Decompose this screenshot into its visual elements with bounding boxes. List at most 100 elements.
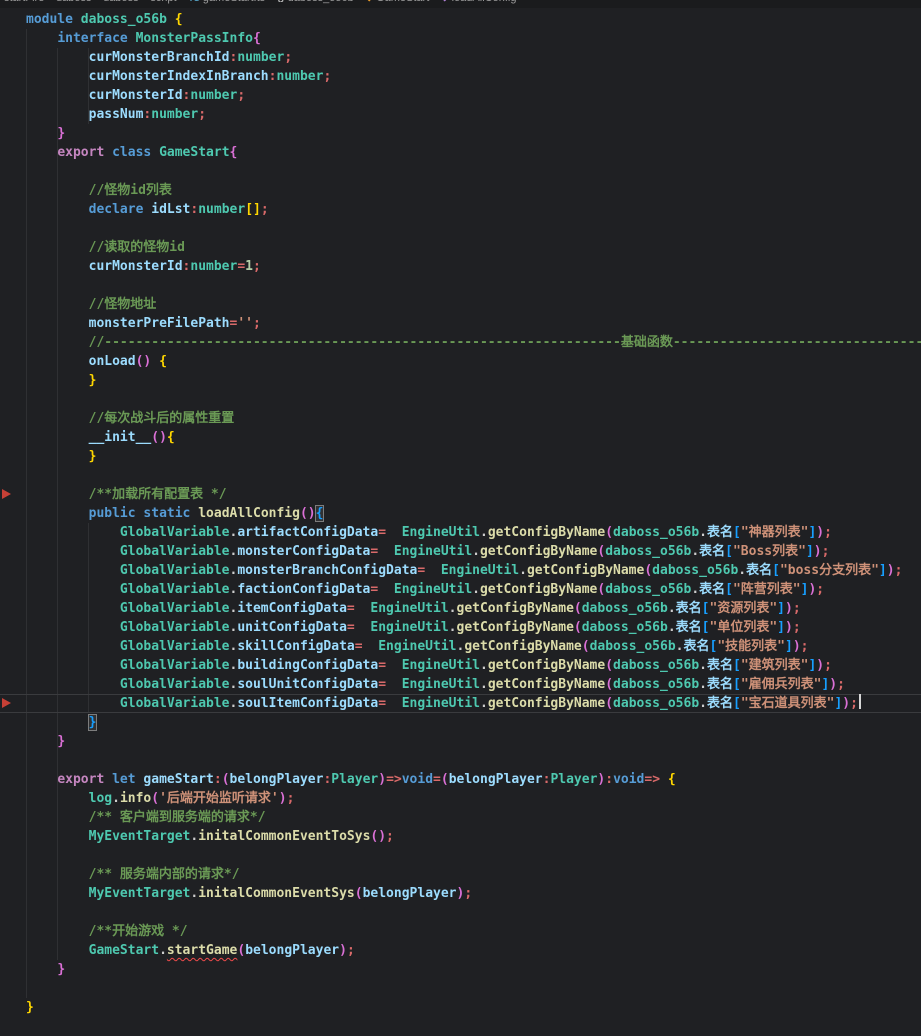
code-line[interactable]: export let gameStart:(belongPlayer:Playe…	[0, 770, 921, 789]
code-line[interactable]: }	[0, 960, 921, 979]
code-line[interactable]: export class GameStart{	[0, 143, 921, 162]
code-line[interactable]: curMonsterId:number;	[0, 86, 921, 105]
code-line[interactable]: MyEventTarget.initalCommonEventSys(belon…	[0, 884, 921, 903]
code-line[interactable]: interface MonsterPassInfo{	[0, 29, 921, 48]
code-token-op: =	[433, 772, 441, 787]
code-editor[interactable]: module daboss_o56b { interface MonsterPa…	[0, 8, 921, 1036]
code-line[interactable]: //--------------------------------------…	[0, 333, 921, 352]
code-line[interactable]: public static loadAllConfig(){	[0, 504, 921, 523]
code-token-op: =	[378, 658, 387, 673]
code-token-b2: (	[237, 943, 246, 958]
breadcrumb-item[interactable]: TSgameStart.ts	[188, 0, 265, 4]
code-token-fn: getConfigByName	[479, 582, 598, 597]
breadcrumb: startFire›daboss›daboss›script›TSgameSta…	[0, 0, 921, 8]
breadcrumb-item[interactable]: daboss	[56, 0, 91, 4]
gutter-arrow-icon[interactable]	[2, 489, 11, 499]
code-token-prop: monsterPreFilePath	[88, 316, 230, 331]
code-line[interactable]: //怪物地址	[0, 295, 921, 314]
breadcrumb-item[interactable]: daboss	[103, 0, 138, 4]
breadcrumb-item[interactable]: {}daboss_o56b	[277, 0, 354, 4]
breadcrumb-item[interactable]: ◆GameStart	[365, 0, 429, 4]
code-token-type: daboss_o56b	[613, 677, 700, 692]
code-line[interactable]	[0, 219, 921, 238]
code-line[interactable]	[0, 751, 921, 770]
code-line[interactable]: //怪物id列表	[0, 181, 921, 200]
code-line[interactable]: }	[0, 447, 921, 466]
code-line[interactable]: GlobalVariable. buildingConfigData= Engin…	[0, 656, 921, 675]
code-line[interactable]: }	[0, 124, 921, 143]
code-line[interactable]: monsterPreFilePath='';	[0, 314, 921, 333]
code-token-b2: {	[253, 31, 261, 46]
code-token-type: MyEventTarget	[88, 829, 191, 844]
code-token-dot: .	[112, 791, 120, 806]
code-line[interactable]: /**加载所有配置表 */	[0, 485, 921, 504]
code-token-type: daboss_o56b	[613, 525, 700, 540]
breadcrumb-separator: ›	[269, 0, 273, 4]
code-line[interactable]: }	[0, 998, 921, 1017]
code-token-op: ;	[346, 943, 355, 958]
code-line[interactable]: /** 服务端内部的请求*/	[0, 865, 921, 884]
code-token-type: GlobalVariable	[119, 525, 230, 540]
code-line[interactable]: __init__(){	[0, 428, 921, 447]
code-line[interactable]: module daboss_o56b {	[0, 10, 921, 29]
code-line[interactable]	[0, 903, 921, 922]
code-line[interactable]: GlobalVariable.factionConfigData= Engine…	[0, 580, 921, 599]
code-line[interactable]: GlobalVariable. soulUnitConfigData= Engin…	[0, 675, 921, 694]
code-line[interactable]: }	[0, 713, 921, 732]
breadcrumb-label: script	[150, 0, 176, 4]
code-token-ctl: export	[57, 145, 105, 160]
code-line[interactable]: curMonsterIndexInBranch:number;	[0, 67, 921, 86]
code-token-dot: .	[448, 601, 457, 616]
code-line[interactable]: passNum:number;	[0, 105, 921, 124]
code-line[interactable]	[0, 276, 921, 295]
code-line[interactable]: GlobalVariable.monsterConfigData= Engine…	[0, 542, 921, 561]
code-line[interactable]: GameStart.startGame(belongPlayer);	[0, 941, 921, 960]
code-token-b1: {	[174, 12, 183, 27]
code-line[interactable]: //每次战斗后的属性重置	[0, 409, 921, 428]
code-token-kw: declare	[88, 202, 144, 217]
code-token-b1: []	[245, 202, 261, 217]
code-line[interactable]: declare idLst:number[];	[0, 200, 921, 219]
code-line[interactable]: GlobalVariable.monsterBranchConfigData= …	[0, 561, 921, 580]
code-line[interactable]	[0, 162, 921, 181]
code-line[interactable]: //读取的怪物id	[0, 238, 921, 257]
code-line[interactable]	[0, 1017, 921, 1036]
code-line[interactable]: MyEventTarget.initalCommonEventToSys();	[0, 827, 921, 846]
code-token-op: =	[237, 259, 246, 274]
code-line[interactable]	[0, 846, 921, 865]
code-line[interactable]: GlobalVariable.skillConfigData= EngineUt…	[0, 637, 921, 656]
code-line[interactable]: GlobalVariable. unitConfigData= EngineUti…	[0, 618, 921, 637]
code-line[interactable]: curMonsterBranchId:number;	[0, 48, 921, 67]
code-token-type: GlobalVariable	[119, 563, 230, 578]
breadcrumb-label: daboss	[103, 0, 138, 4]
code-token-prop: 表名	[706, 658, 733, 673]
code-line[interactable]: GlobalVariable. itemConfigData= EngineUti…	[0, 599, 921, 618]
breadcrumb-item[interactable]: startFire	[4, 0, 44, 4]
code-line[interactable]: curMonsterId:number=1;	[0, 257, 921, 276]
code-token-b2: (	[605, 525, 614, 540]
breadcrumb-item[interactable]: ◆loadAllConfig	[441, 0, 517, 4]
code-token-prop: itemConfigData	[237, 601, 347, 616]
breadcrumb-item[interactable]: script	[150, 0, 176, 4]
code-token-type: number	[237, 50, 285, 65]
code-line[interactable]	[0, 979, 921, 998]
code-line[interactable]: /** 客户端到服务端的请求*/	[0, 808, 921, 827]
code-token-b3m: {	[314, 505, 325, 522]
code-line-current[interactable]: GlobalVariable. soulItemConfigData= Engin…	[0, 694, 921, 713]
code-line[interactable]: }	[0, 732, 921, 751]
code-line[interactable]	[0, 390, 921, 409]
code-line[interactable]: log.info('后端开始监听请求');	[0, 789, 921, 808]
code-token-b2: )	[829, 677, 838, 692]
code-line[interactable]: GlobalVariable. artifactConfigData= Engin…	[0, 523, 921, 542]
code-line[interactable]: onLoad() {	[0, 352, 921, 371]
code-token-str: "单位列表"	[709, 620, 778, 635]
code-line[interactable]: }	[0, 371, 921, 390]
code-line[interactable]	[0, 466, 921, 485]
code-line[interactable]: /**开始游戏 */	[0, 922, 921, 941]
gutter-arrow-icon[interactable]	[2, 698, 11, 708]
